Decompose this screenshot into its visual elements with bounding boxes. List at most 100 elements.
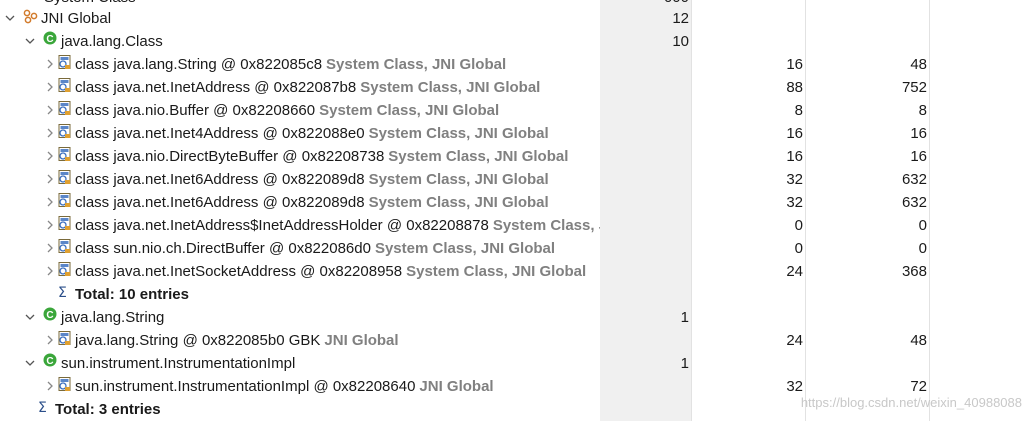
object-icon [56, 54, 73, 71]
retained-heap-cell: 48 [806, 329, 930, 352]
shallow-heap-cell [692, 283, 806, 306]
retained-heap-cell [806, 7, 930, 30]
retained-heap-cell [806, 283, 930, 306]
objects-count-cell [600, 214, 692, 237]
chevron-right-icon[interactable] [44, 122, 56, 145]
chevron-right-icon[interactable] [44, 53, 56, 76]
object-icon [56, 100, 73, 117]
row-label: java.lang.String @ 0x822085b0 GBK [75, 332, 321, 349]
objects-count-value: 10 [672, 33, 689, 50]
retained-heap-cell: 0 [806, 237, 930, 260]
chevron-right-icon[interactable] [44, 375, 56, 398]
class-row[interactable]: Cjava.lang.Class 10 [0, 30, 1028, 53]
chevron-right-icon[interactable] [44, 214, 56, 237]
row-label: class java.lang.String @ 0x822085c8 [75, 56, 323, 73]
gc-root-type: System Class, JNI Global [492, 217, 600, 234]
object-row[interactable]: class java.net.InetAddress @ 0x822087b8 S… [0, 76, 1028, 99]
gc-root-type: System Class, JNI Global [368, 194, 549, 211]
watermark-text: https://blog.csdn.net/weixin_40988088 [800, 395, 1022, 410]
chevron-right-icon[interactable] [44, 145, 56, 168]
gc-root-type: System Class, JNI Global [388, 148, 569, 165]
gc-root-type: System Class, JNI Global [406, 263, 587, 280]
objects-count-cell: 10 [600, 30, 692, 53]
chevron-right-icon[interactable] [44, 99, 56, 122]
object-row[interactable]: class sun.nio.ch.DirectBuffer @ 0x822086… [0, 237, 1028, 260]
name-cell: Σ Total: 3 entries [24, 398, 600, 421]
total-row[interactable]: Σ Total: 10 entries [0, 283, 1028, 306]
shallow-heap-cell: 16 [692, 53, 806, 76]
shallow-heap-cell [692, 306, 806, 329]
row-label: class java.nio.Buffer @ 0x82208660 [75, 102, 316, 119]
row-label: Total: 3 entries [55, 401, 161, 418]
shallow-heap-cell [692, 398, 806, 421]
row-label: class java.nio.DirectByteBuffer @ 0x8220… [75, 148, 385, 165]
object-row[interactable]: class java.nio.DirectByteBuffer @ 0x8220… [0, 145, 1028, 168]
sigma-icon: Σ [36, 399, 53, 416]
shallow-heap-cell: 16 [692, 145, 806, 168]
row-label: class java.net.InetAddress @ 0x822087b8 [75, 79, 357, 96]
chevron-down-icon[interactable] [24, 352, 36, 375]
shallow-heap-cell: 0 [692, 214, 806, 237]
chevron-right-icon[interactable] [44, 191, 56, 214]
gc-root-type: JNI Global [419, 378, 494, 395]
objects-count-value [689, 378, 691, 395]
name-cell: java.lang.String @ 0x822085b0 GBK JNI Glo… [44, 329, 600, 352]
chevron-down-icon[interactable] [4, 7, 16, 30]
objects-count-value [689, 79, 691, 96]
retained-heap-cell: 16 [806, 145, 930, 168]
object-row[interactable]: class java.nio.Buffer @ 0x82208660 System… [0, 99, 1028, 122]
group-icon [22, 8, 39, 25]
group-row[interactable]: JNI Global 12 [0, 7, 1028, 30]
objects-count-cell [600, 398, 692, 421]
chevron-right-icon[interactable] [44, 329, 56, 352]
retained-heap-cell: 0 [806, 214, 930, 237]
class-row[interactable]: Cjava.lang.String 1 [0, 306, 1028, 329]
objects-count-cell [600, 122, 692, 145]
chevron-right-icon[interactable] [44, 237, 56, 260]
name-cell: Σ Total: 10 entries [44, 283, 600, 306]
object-icon [56, 261, 73, 278]
object-icon [56, 169, 73, 186]
retained-heap-cell [806, 352, 930, 375]
retained-heap-cell: 632 [806, 191, 930, 214]
objects-count-cell [600, 168, 692, 191]
object-row[interactable]: java.lang.String @ 0x822085b0 GBK JNI Glo… [0, 329, 1028, 352]
row-label: java.lang.Class [61, 33, 163, 50]
object-icon [56, 238, 73, 255]
retained-heap-cell: 48 [806, 53, 930, 76]
objects-count-value: 12 [672, 10, 689, 27]
object-icon [56, 123, 73, 140]
object-row[interactable]: class java.net.Inet6Address @ 0x822089d8… [0, 168, 1028, 191]
object-row[interactable]: class java.net.Inet6Address @ 0x822089d8… [0, 191, 1028, 214]
object-icon [56, 376, 73, 393]
objects-count-cell [600, 375, 692, 398]
gc-root-type: System Class, JNI Global [360, 79, 541, 96]
chevron-down-icon[interactable] [24, 30, 36, 53]
object-row[interactable]: class java.lang.String @ 0x822085c8 Syste… [0, 53, 1028, 76]
svg-text:Σ: Σ [58, 285, 67, 301]
gc-root-type: System Class, JNI Global [368, 171, 549, 188]
svg-text:C: C [46, 310, 53, 321]
objects-count-cell [600, 145, 692, 168]
object-row[interactable]: class java.net.InetAddress$InetAddressHo… [0, 214, 1028, 237]
svg-text:C: C [46, 34, 53, 45]
name-cell: class sun.nio.ch.DirectBuffer @ 0x822086… [44, 237, 600, 260]
objects-count-cell: 12 [600, 7, 692, 30]
objects-count-cell [600, 99, 692, 122]
object-row[interactable]: class java.net.Inet4Address @ 0x822088e0… [0, 122, 1028, 145]
class-row[interactable]: Csun.instrument.InstrumentationImpl 1 [0, 352, 1028, 375]
row-label: sun.instrument.InstrumentationImpl @ 0x8… [75, 378, 416, 395]
chevron-right-icon[interactable] [44, 260, 56, 283]
objects-count-value: 1 [680, 355, 689, 372]
chevron-right-icon[interactable] [44, 168, 56, 191]
chevron-right-icon[interactable] [44, 76, 56, 99]
object-icon [56, 330, 73, 347]
objects-count-value [689, 401, 691, 418]
objects-count-cell [600, 53, 692, 76]
object-row[interactable]: class java.net.InetSocketAddress @ 0x822… [0, 260, 1028, 283]
objects-count-value [689, 148, 691, 165]
chevron-down-icon[interactable] [24, 306, 36, 329]
retained-heap-cell: 8 [806, 99, 930, 122]
retained-heap-cell [806, 30, 930, 53]
objects-count-value [689, 332, 691, 349]
